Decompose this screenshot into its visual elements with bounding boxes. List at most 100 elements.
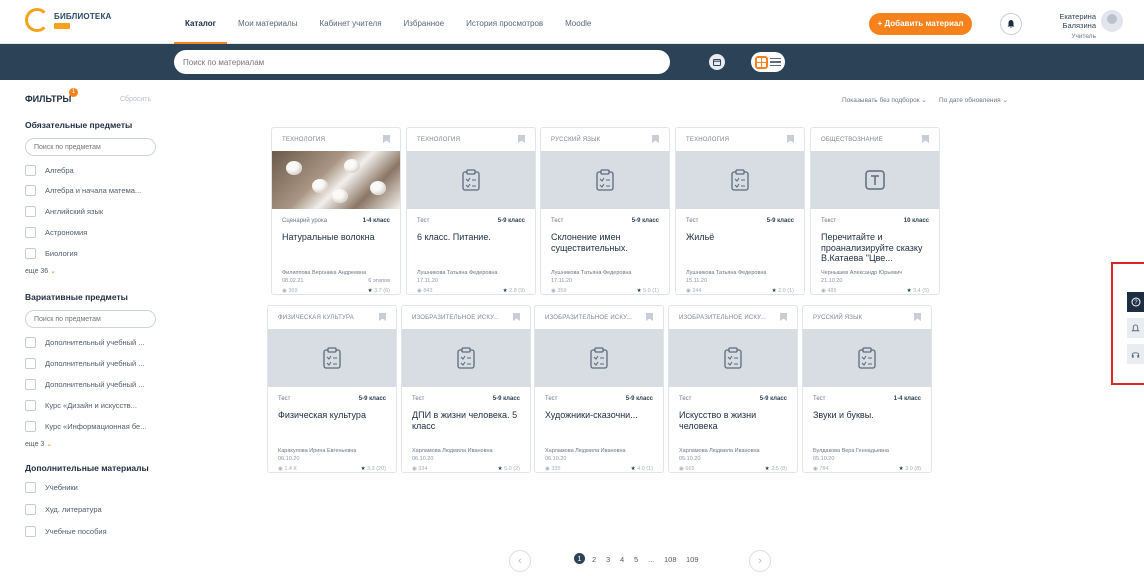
filter-item[interactable]: Худ. литература: [25, 503, 102, 515]
avatar[interactable]: [1101, 10, 1123, 32]
search-input[interactable]: [174, 50, 670, 74]
checkbox[interactable]: [25, 481, 36, 493]
checkbox[interactable]: [25, 336, 36, 348]
filter-item[interactable]: Курс «Информационная бе...: [25, 420, 146, 432]
card-title[interactable]: Перечитайте и проанализируйте сказку В.К…: [821, 232, 929, 264]
page-number[interactable]: 108: [664, 555, 677, 564]
checkbox[interactable]: [25, 226, 36, 238]
bookmark-icon[interactable]: [646, 313, 653, 321]
card-title[interactable]: ДПИ в жизни человека. 5 класс: [412, 410, 520, 442]
bookmark-icon[interactable]: [383, 135, 390, 143]
filters-title: ФИЛЬТРЫ: [25, 94, 72, 104]
checkbox[interactable]: [25, 399, 36, 411]
nav-moodle[interactable]: Moodle: [554, 0, 602, 44]
bookmark-icon[interactable]: [922, 135, 929, 143]
material-thumbnail: [402, 329, 530, 387]
page-number[interactable]: 5: [634, 555, 638, 564]
filter-item[interactable]: Дополнительный учебный ...: [25, 336, 145, 348]
nav-my-materials[interactable]: Мои материалы: [227, 0, 308, 44]
sort-order-dropdown[interactable]: По дате обновления ⌄: [939, 96, 1008, 104]
checkbox[interactable]: [25, 503, 36, 515]
filter-item[interactable]: Алгебра и начала матема...: [25, 184, 141, 196]
next-page-button[interactable]: ›: [749, 550, 771, 572]
card-title[interactable]: 6 класс. Питание.: [417, 232, 525, 264]
list-view-icon[interactable]: [770, 57, 781, 67]
collections-filter-dropdown[interactable]: Показывать без подборок ⌄: [842, 96, 927, 104]
card-title[interactable]: Физическая культура: [278, 410, 386, 442]
checkbox[interactable]: [25, 164, 36, 176]
prev-page-button[interactable]: ‹: [509, 550, 531, 572]
support-button[interactable]: [1127, 344, 1144, 364]
user-name: Екатерина Балязина: [1059, 12, 1096, 30]
page-number[interactable]: 109: [686, 555, 699, 564]
notifications-button[interactable]: [1000, 13, 1022, 35]
nav-teacher-cabinet[interactable]: Кабинет учителя: [308, 0, 392, 44]
required-subjects-search[interactable]: [25, 138, 156, 156]
filter-item[interactable]: Биология: [25, 247, 78, 259]
page-number[interactable]: 1: [574, 553, 585, 564]
filter-item[interactable]: Астрономия: [25, 226, 87, 238]
material-card[interactable]: ИЗОБРАЗИТЕЛЬНОЕ ИСКУ... Тест 5-9 класс ДПИ …: [401, 305, 531, 473]
bookmark-icon[interactable]: [652, 135, 659, 143]
bookmark-icon[interactable]: [513, 313, 520, 321]
card-views: ◉ 485: [821, 288, 837, 294]
filter-item[interactable]: Алгебра: [25, 164, 74, 176]
material-card[interactable]: ТЕХНОЛОГИЯ Сценарий урока 1-4 класс Натурал…: [271, 127, 401, 295]
grid-view-icon[interactable]: [755, 55, 768, 69]
filter-item[interactable]: Учебные пособия: [25, 525, 107, 537]
page-number[interactable]: 4: [620, 555, 624, 564]
user-info[interactable]: Екатерина Балязина Учитель: [1028, 12, 1096, 40]
nav-catalog[interactable]: Каталог: [174, 0, 227, 44]
checkbox[interactable]: [25, 525, 36, 537]
card-rating: ★ 5.0 (2): [497, 466, 520, 472]
material-card[interactable]: ИЗОБРАЗИТЕЛЬНОЕ ИСКУ... Тест 5-9 класс Иску…: [668, 305, 798, 473]
nav-favorites[interactable]: Избранное: [393, 0, 456, 44]
page-number[interactable]: 2: [592, 555, 596, 564]
card-title[interactable]: Жильё: [686, 232, 794, 264]
card-title[interactable]: Искусство в жизни человека: [679, 410, 787, 442]
material-card[interactable]: ФИЗИЧЕСКАЯ КУЛЬТУРА Тест 5-9 класс Физическ…: [267, 305, 397, 473]
checkbox[interactable]: [25, 357, 36, 369]
material-card[interactable]: ТЕХНОЛОГИЯ Тест 5-9 класс 6 класс. Питание.…: [406, 127, 536, 295]
calendar-button[interactable]: [709, 54, 725, 70]
checkbox[interactable]: [25, 247, 36, 259]
test-clipboard-icon: [323, 347, 341, 369]
filter-item[interactable]: Дополнительный учебный ...: [25, 378, 145, 390]
variative-subjects-search[interactable]: [25, 310, 156, 328]
help-button[interactable]: ?: [1127, 292, 1144, 312]
bookmark-icon[interactable]: [914, 313, 921, 321]
filter-item[interactable]: Курс «Дизайн и искусств...: [25, 399, 137, 411]
reset-filters-link[interactable]: Сбросить: [120, 96, 151, 103]
filter-item[interactable]: Английский язык: [25, 205, 103, 217]
page-number[interactable]: 3: [606, 555, 610, 564]
card-views: ◉ 359: [551, 288, 567, 294]
nav-history[interactable]: История просмотров: [455, 0, 554, 44]
bookmark-icon[interactable]: [780, 313, 787, 321]
checkbox[interactable]: [25, 205, 36, 217]
material-card[interactable]: РУССКИЙ ЯЗЫК Тест 5-9 класс Склонение имен …: [540, 127, 670, 295]
card-title[interactable]: Звуки и буквы.: [813, 410, 921, 442]
material-card[interactable]: ИЗОБРАЗИТЕЛЬНОЕ ИСКУ... Тест 5-9 класс Худо…: [534, 305, 664, 473]
add-material-button[interactable]: + Добавить материал: [869, 13, 972, 35]
filters-count-badge: 1: [69, 88, 78, 97]
material-thumbnail: [676, 151, 804, 209]
notification-widget-button[interactable]: [1127, 318, 1144, 338]
show-more-required[interactable]: еще 36 ⌄: [25, 267, 56, 275]
checkbox[interactable]: [25, 378, 36, 390]
filter-item[interactable]: Учебники: [25, 481, 78, 493]
logo[interactable]: БИБЛИОТЕКА: [25, 8, 112, 32]
material-card[interactable]: ОБЩЕСТВОЗНАНИЕ Текст 10 класс Перечитайте и…: [810, 127, 940, 295]
bookmark-icon[interactable]: [518, 135, 525, 143]
bookmark-icon[interactable]: [379, 313, 386, 321]
material-card[interactable]: ТЕХНОЛОГИЯ Тест 5-9 класс Жильё Лушникова Та…: [675, 127, 805, 295]
checkbox[interactable]: [25, 184, 36, 196]
bell-icon: [1131, 323, 1140, 331]
card-title[interactable]: Художники-сказочни...: [545, 410, 653, 442]
material-card[interactable]: РУССКИЙ ЯЗЫК Тест 1-4 класс Звуки и буквы. Б…: [802, 305, 932, 473]
show-more-variative[interactable]: еще 3 ⌄: [25, 440, 52, 448]
card-title[interactable]: Склонение имен существительных.: [551, 232, 659, 264]
bookmark-icon[interactable]: [787, 135, 794, 143]
card-title[interactable]: Натуральные волокна: [282, 232, 390, 264]
checkbox[interactable]: [25, 420, 36, 432]
filter-item[interactable]: Дополнительный учебный ...: [25, 357, 145, 369]
